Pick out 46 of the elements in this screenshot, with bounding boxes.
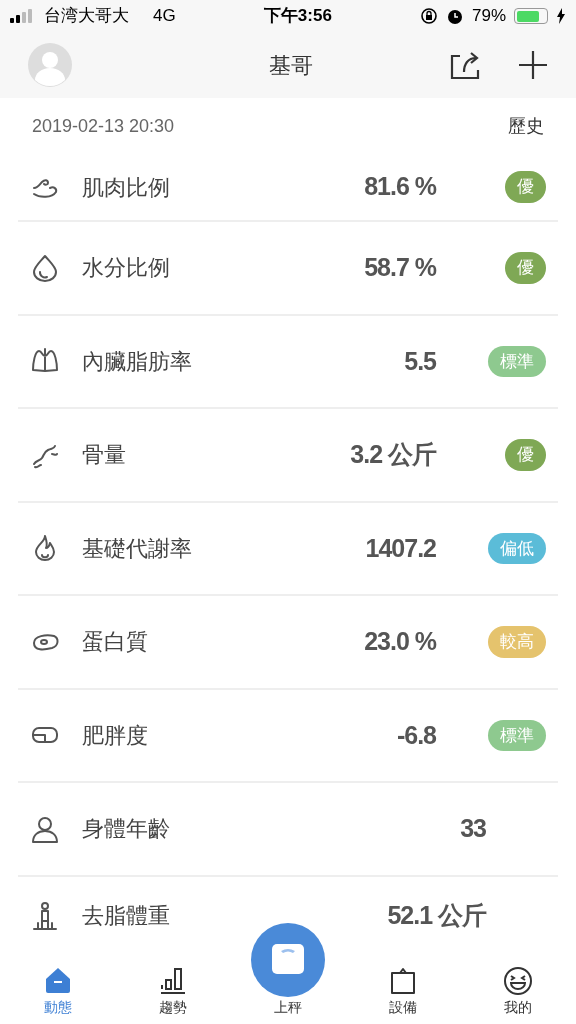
metric-value: 81.6 % <box>364 171 436 203</box>
add-icon[interactable] <box>518 50 548 80</box>
metric-value: 58.7 % <box>364 252 436 283</box>
status-tag: 標準 <box>488 719 546 751</box>
status-tag: 偏低 <box>488 532 546 564</box>
status-tag: 標準 <box>488 345 546 377</box>
metric-name: 身體年齡 <box>82 815 170 844</box>
metric-value: 33 <box>460 813 486 844</box>
water-drop-icon <box>30 252 60 283</box>
tab[interactable]: 趨勢 <box>115 955 231 1024</box>
battery-percent: 79% <box>471 5 506 28</box>
status-tag: 優 <box>505 252 546 284</box>
metric-name: 蛋白質 <box>82 628 148 657</box>
metric-name: 內臟脂肪率 <box>82 347 192 376</box>
metric-value: 52.1 公斤 <box>387 900 486 931</box>
page-title: 基哥 <box>268 51 313 80</box>
metric-value: 5.5 <box>404 345 436 377</box>
metric-name: 肌肉比例 <box>82 173 170 202</box>
metric-name: 去脂體重 <box>82 902 170 931</box>
network-type: 4G <box>153 5 176 28</box>
metric-value: -6.8 <box>396 719 436 751</box>
status-time: 下午3:56 <box>263 5 332 28</box>
metric-value: 1407.2 <box>365 532 436 564</box>
tab[interactable]: 設備 <box>345 955 461 1024</box>
rotation-lock-icon <box>419 7 438 25</box>
metric-value: 23.0 % <box>364 626 436 657</box>
alarm-icon <box>445 7 464 25</box>
record-date: 2019-02-13 20:30 <box>32 114 175 138</box>
metric-value: 3.2 公斤 <box>350 439 436 470</box>
tab[interactable]: 我的 <box>460 955 576 1024</box>
carrier-name: 台湾大哥大 <box>44 5 129 28</box>
tab[interactable]: 上秤 <box>230 917 346 1024</box>
metric-name: 肥胖度 <box>82 721 148 750</box>
metric-name: 水分比例 <box>82 254 170 283</box>
metric-name: 基礎代謝率 <box>82 534 192 563</box>
history-link[interactable]: 歷史 <box>508 112 544 140</box>
status-tag: 優 <box>505 439 546 471</box>
metric-name: 骨量 <box>82 441 126 470</box>
smiley-icon <box>502 965 535 997</box>
status-tag: 優 <box>505 171 546 203</box>
share-icon[interactable] <box>450 50 480 80</box>
status-tag: 較高 <box>488 626 546 658</box>
battery-icon <box>514 8 548 24</box>
scale-icon[interactable] <box>251 923 325 997</box>
body-figure-icon <box>30 900 60 931</box>
tab[interactable]: 動態 <box>0 955 116 1024</box>
